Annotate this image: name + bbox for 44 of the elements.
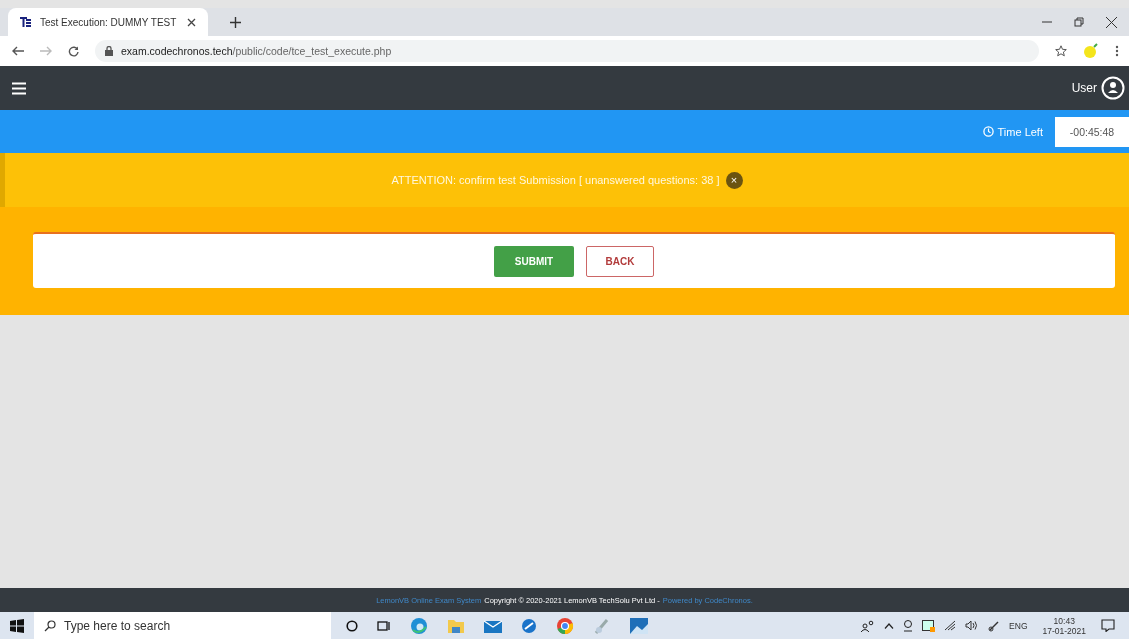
reload-icon[interactable]	[68, 45, 79, 57]
timer-field: -00:45:48	[1055, 116, 1129, 147]
language-indicator[interactable]: ENG	[1009, 620, 1028, 631]
user-avatar-icon[interactable]	[1101, 76, 1125, 100]
address-bar[interactable]: exam.codechronos.tech/public/code/tce_test_execute.php	[95, 40, 1039, 62]
folder-icon[interactable]	[447, 617, 465, 634]
back-button[interactable]: BACK	[586, 245, 654, 277]
user-name[interactable]: User	[1071, 81, 1097, 95]
chevron-up-icon[interactable]	[884, 622, 895, 629]
search-icon	[44, 619, 56, 632]
new-tab-icon[interactable]	[230, 16, 241, 28]
menu-icon[interactable]	[12, 81, 26, 95]
taskbar-search-field[interactable]: Type here to search	[34, 612, 331, 639]
browser-tab[interactable]: Test Execution: DUMMY TEST	[8, 8, 208, 36]
mail-icon[interactable]	[484, 618, 502, 633]
people-icon[interactable]	[861, 619, 876, 632]
pen-icon[interactable]	[988, 619, 1001, 632]
chrome-browser-icon[interactable]	[556, 616, 574, 635]
cortana-circle-icon[interactable]	[346, 619, 358, 632]
clock-time[interactable]: 10:43	[1053, 615, 1075, 626]
time-left-label: Time Left	[997, 125, 1043, 138]
windows-start-icon[interactable]	[10, 618, 24, 633]
lock-icon	[105, 46, 113, 56]
more-menu-icon[interactable]	[1115, 45, 1119, 57]
restore-icon[interactable]	[1074, 17, 1084, 27]
close-alert-button[interactable]: ×	[725, 171, 743, 189]
edge-browser-icon[interactable]	[410, 616, 428, 635]
close-icon[interactable]	[1106, 16, 1117, 28]
app-circle-icon[interactable]	[521, 617, 537, 634]
task-view-icon[interactable]	[377, 619, 391, 632]
back-arrow-icon[interactable]	[12, 46, 24, 56]
clock-icon	[982, 126, 994, 137]
clock-date[interactable]: 17-01-2021	[1042, 625, 1086, 636]
alert-message: ATTENTION: confirm test Submission [ unanswered questions: 38 ]	[391, 174, 720, 186]
notification-icon[interactable]	[1101, 619, 1115, 632]
photos-icon[interactable]	[630, 617, 648, 634]
site-logo-icon	[20, 16, 32, 28]
webcam-icon[interactable]	[903, 619, 914, 632]
wifi-icon[interactable]	[944, 620, 957, 631]
speaker-icon[interactable]	[965, 620, 980, 631]
url-text: exam.codechronos.tech/public/code/tce_test_execute.php	[121, 45, 392, 57]
app-tray-icon[interactable]	[922, 619, 936, 632]
star-icon[interactable]	[1055, 45, 1067, 57]
close-icon[interactable]	[187, 17, 196, 27]
